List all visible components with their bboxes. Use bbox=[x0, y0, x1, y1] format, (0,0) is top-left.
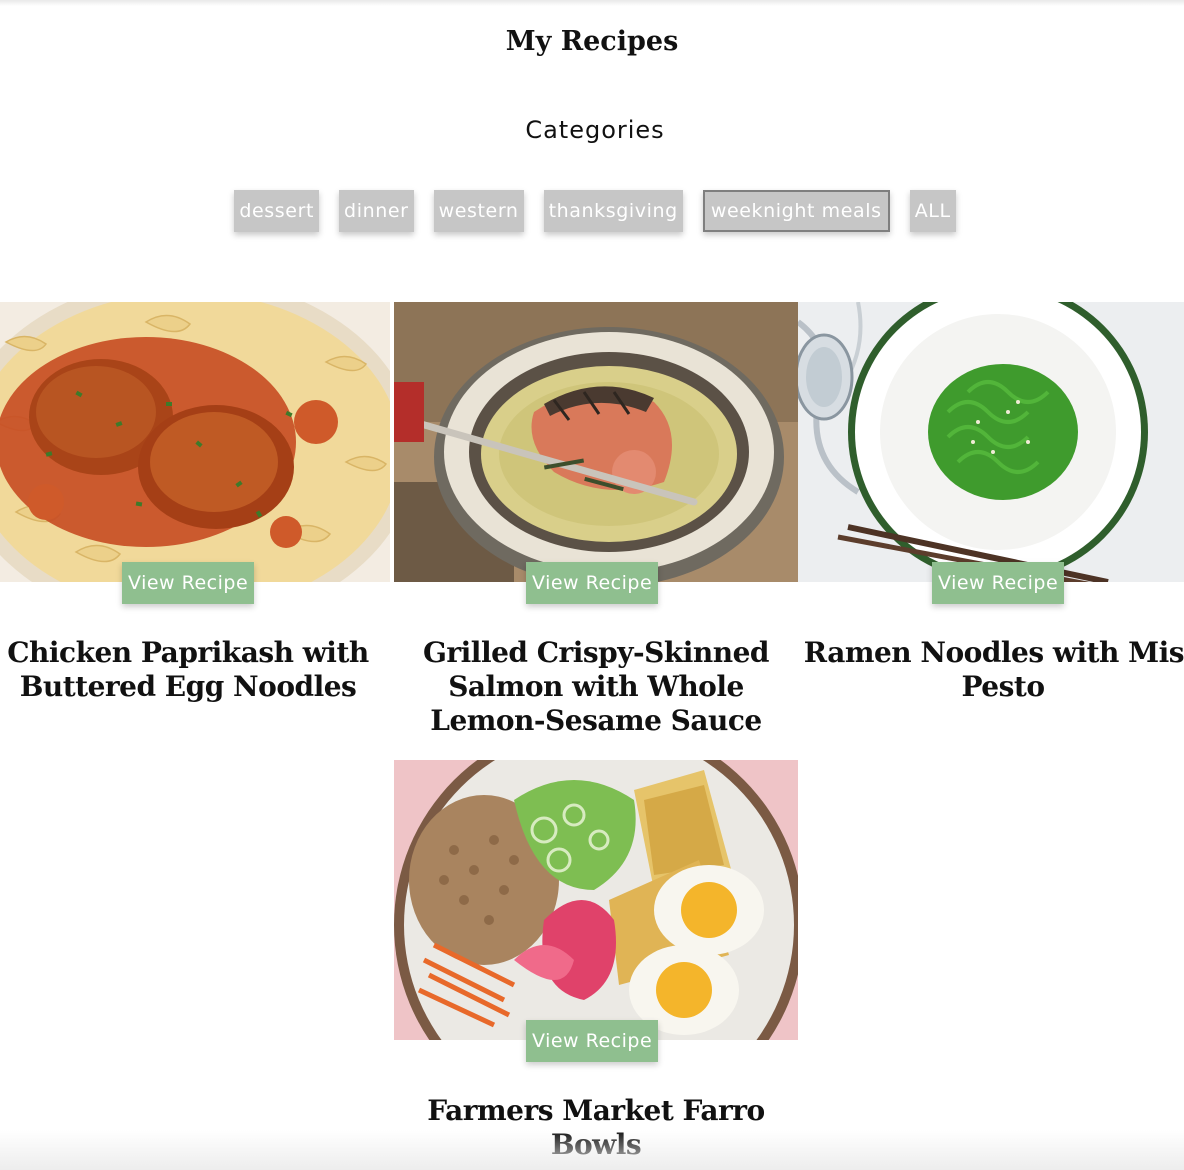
category-button-western[interactable]: western bbox=[433, 190, 524, 232]
view-recipe-button[interactable]: View Recipe bbox=[526, 562, 659, 604]
recipe-title: Farmers Market Farro Bowls bbox=[427, 1094, 765, 1161]
page-title: My Recipes bbox=[505, 26, 679, 57]
recipe-image-chicken-paprikash[interactable] bbox=[0, 302, 390, 582]
category-button-all[interactable]: ALL bbox=[909, 190, 956, 232]
recipe-image-ramen-miso-pesto[interactable] bbox=[798, 302, 1184, 582]
view-recipe-button[interactable]: View Recipe bbox=[932, 562, 1065, 604]
top-shadow bbox=[0, 0, 1184, 6]
view-recipe-button[interactable]: View Recipe bbox=[122, 562, 255, 604]
category-filter-bar: dessert dinner western thanksgiving week… bbox=[0, 190, 1184, 232]
recipe-title: Grilled Crispy-Skinned Salmon with Whole… bbox=[423, 636, 770, 737]
category-button-dinner[interactable]: dinner bbox=[339, 190, 414, 232]
category-button-weeknight-meals[interactable]: weeknight meals bbox=[702, 190, 890, 232]
recipe-title: Ramen Noodles with Miso Pesto bbox=[803, 636, 1184, 703]
recipe-image-grilled-salmon[interactable] bbox=[394, 302, 798, 582]
categories-heading: Categories bbox=[525, 116, 665, 144]
category-button-thanksgiving[interactable]: thanksgiving bbox=[543, 190, 683, 232]
category-button-dessert[interactable]: dessert bbox=[234, 190, 320, 232]
recipe-image-farro-bowl[interactable] bbox=[394, 760, 798, 1040]
recipe-title: Chicken Paprikash with Buttered Egg Nood… bbox=[7, 636, 369, 703]
view-recipe-button[interactable]: View Recipe bbox=[526, 1020, 659, 1062]
